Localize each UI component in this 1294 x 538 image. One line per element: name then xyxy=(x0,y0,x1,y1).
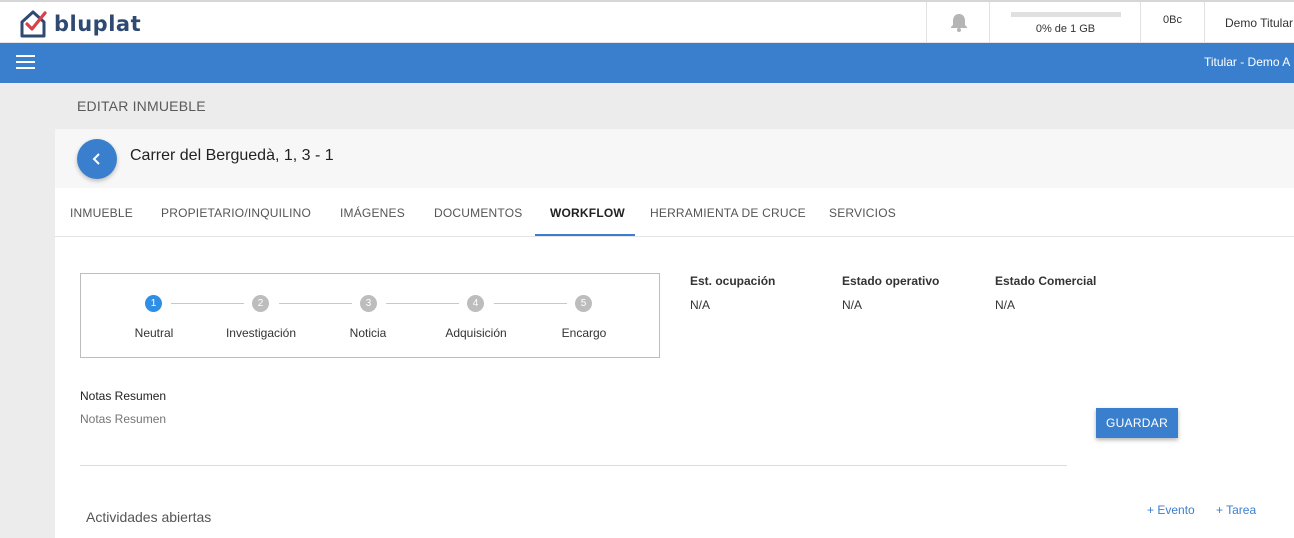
step-3-label: Noticia xyxy=(349,326,387,340)
add-event-link[interactable]: + Evento xyxy=(1147,503,1195,517)
storage-progress-bar xyxy=(1010,12,1121,17)
nav-user-label[interactable]: Titular - Demo A xyxy=(1204,55,1290,69)
tab-herramienta-de-cruce[interactable]: HERRAMIENTA DE CRUCE xyxy=(650,189,806,237)
step-4-label: Adquisición xyxy=(445,326,507,340)
step-2-label: Investigación xyxy=(225,326,297,340)
status-value: N/A xyxy=(690,298,711,312)
step-connector xyxy=(386,303,459,304)
activities-title: Actividades abiertas xyxy=(86,509,212,525)
storage-text: 0% de 1 GB xyxy=(1035,23,1096,35)
save-button[interactable]: GUARDAR xyxy=(1096,408,1178,438)
step-5-indicator[interactable]: 5 xyxy=(575,295,592,312)
step-1-label: Neutral xyxy=(134,326,174,340)
divider xyxy=(80,465,1067,466)
tab-inmueble[interactable]: INMUEBLE xyxy=(70,189,133,237)
storage-indicator: 0% de 1 GB xyxy=(989,2,1141,43)
status-value: N/A xyxy=(995,298,1016,312)
tab-imagenes[interactable]: IMÁGENES xyxy=(340,189,405,237)
occupancy-status: Est. ocupación N/A xyxy=(690,274,775,312)
menu-icon[interactable] xyxy=(16,55,35,70)
commercial-status: Estado Comercial N/A xyxy=(995,274,1096,312)
house-check-icon xyxy=(20,10,47,38)
property-card: Carrer del Berguedà, 1, 3 - 1 INMUEBLE P… xyxy=(55,129,1294,538)
back-button[interactable] xyxy=(77,139,117,179)
tab-workflow[interactable]: WORKFLOW xyxy=(550,189,625,237)
add-task-link[interactable]: + Tarea xyxy=(1216,503,1256,517)
tab-propietario-inquilino[interactable]: PROPIETARIO/INQUILINO xyxy=(161,189,311,237)
notes-label: Notas Resumen xyxy=(80,389,167,403)
tab-servicios[interactable]: SERVICIOS xyxy=(829,189,896,237)
chevron-left-icon xyxy=(92,153,100,165)
user-menu[interactable]: Demo Titular xyxy=(1204,2,1294,43)
step-4-indicator[interactable]: 4 xyxy=(467,295,484,312)
operational-status: Estado operativo N/A xyxy=(842,274,939,312)
status-label: Estado operativo xyxy=(842,274,940,288)
workflow-stepper: 1 2 3 4 5 Neutral Investigación Noticia … xyxy=(80,273,660,358)
step-connector xyxy=(279,303,352,304)
logo[interactable]: bluplat xyxy=(18,8,141,40)
top-header: bluplat 0% de 1 GB 0Bc Demo Titular xyxy=(0,0,1294,43)
notifications-button[interactable] xyxy=(926,2,990,43)
credits-balance: 0Bc xyxy=(1140,2,1204,43)
main-navbar: Titular - Demo A xyxy=(0,43,1294,83)
step-connector xyxy=(494,303,567,304)
step-5-label: Encargo xyxy=(561,326,607,340)
active-tab-indicator xyxy=(535,234,635,236)
step-1-indicator[interactable]: 1 xyxy=(145,295,162,312)
step-2-indicator[interactable]: 2 xyxy=(252,295,269,312)
step-3-indicator[interactable]: 3 xyxy=(360,295,377,312)
page-title: EDITAR INMUEBLE xyxy=(77,98,206,114)
step-connector xyxy=(171,303,244,304)
status-label: Est. ocupación xyxy=(690,274,776,288)
tabs-bar: INMUEBLE PROPIETARIO/INQUILINO IMÁGENES … xyxy=(55,189,1294,237)
notes-input[interactable] xyxy=(80,412,1060,426)
card-header: Carrer del Berguedà, 1, 3 - 1 xyxy=(55,129,1294,188)
status-value: N/A xyxy=(842,298,863,312)
logo-text: bluplat xyxy=(54,12,142,36)
bell-icon xyxy=(950,14,967,32)
status-label: Estado Comercial xyxy=(995,274,1097,288)
tab-documentos[interactable]: DOCUMENTOS xyxy=(434,189,522,237)
property-title: Carrer del Berguedà, 1, 3 - 1 xyxy=(130,147,334,164)
